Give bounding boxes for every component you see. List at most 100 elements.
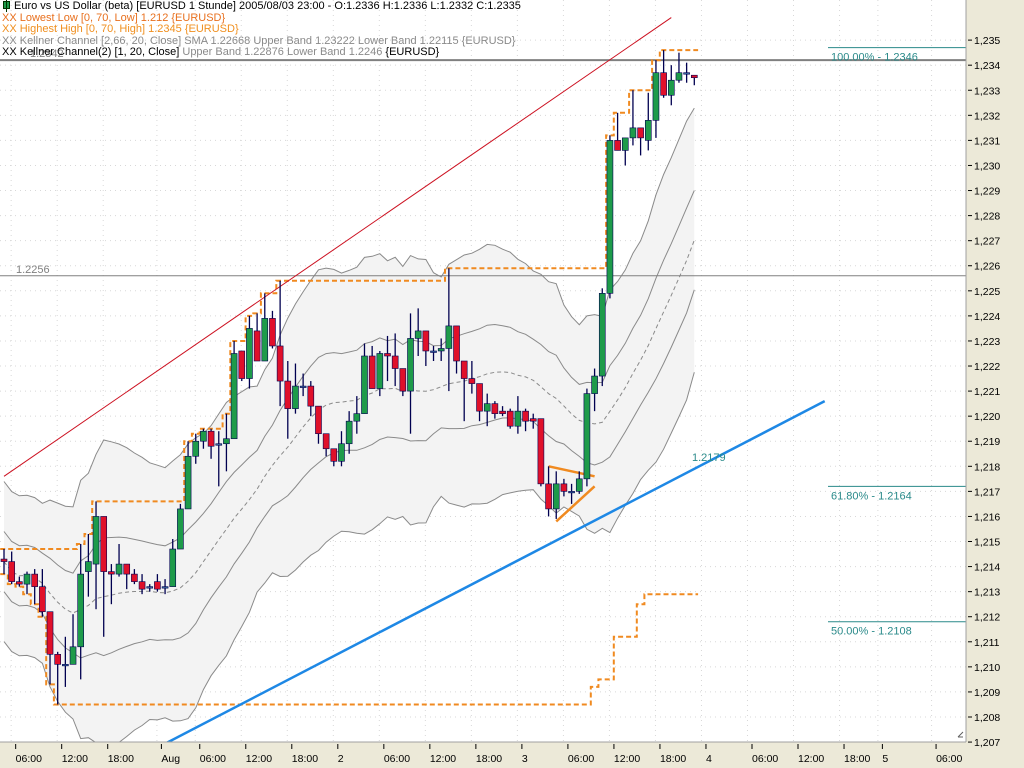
candle-body-down xyxy=(560,483,568,492)
time-tick-label: 18:00 xyxy=(292,753,318,765)
candle-body-down xyxy=(453,325,460,362)
candle-body-up xyxy=(299,385,307,388)
candle-body-up xyxy=(230,353,238,440)
candle-body-up xyxy=(667,79,675,96)
time-tick-label: 18:00 xyxy=(108,753,134,765)
time-tick-label: 06:00 xyxy=(16,753,42,765)
candle-body-up xyxy=(246,328,253,379)
candle-body-up xyxy=(644,120,652,141)
price-tick-label: 1,221 xyxy=(974,386,1000,398)
candle-body-down xyxy=(460,360,468,379)
price-tick-label: 1,207 xyxy=(974,737,1000,749)
candle-body-down xyxy=(506,410,514,427)
candle-body-up xyxy=(583,393,591,480)
price-tick-label: 1,213 xyxy=(974,587,1000,599)
candle-body-down xyxy=(476,383,483,412)
candle-body-down xyxy=(100,516,108,572)
candle-body-up xyxy=(261,318,269,362)
candle-body-down xyxy=(522,410,529,422)
trendline-label: 1.2179 xyxy=(692,452,726,464)
price-tick-label: 1,218 xyxy=(974,461,1000,473)
candle-body-down xyxy=(422,330,430,352)
time-tick-label: 12:00 xyxy=(430,753,456,765)
candle[interactable] xyxy=(606,135,614,299)
candle-body-up xyxy=(62,664,69,667)
candle-body-down xyxy=(399,368,407,392)
candle-body-down xyxy=(322,433,330,450)
candle-body-down xyxy=(468,378,476,384)
candle[interactable] xyxy=(506,408,514,429)
candle-body-up xyxy=(361,355,368,414)
candle-body-down xyxy=(138,581,146,590)
candle-body-down xyxy=(315,405,322,435)
candle-body-down xyxy=(253,330,261,362)
candle[interactable] xyxy=(230,340,238,440)
candle-body-up xyxy=(115,563,123,575)
candle-body-down xyxy=(529,418,537,422)
symbol-ohlc-readout: Euro vs US Dollar (beta) [EURUSD 1 Stund… xyxy=(14,0,521,12)
candle-body-down xyxy=(269,318,276,347)
candle[interactable] xyxy=(177,503,184,550)
candle-body-down xyxy=(384,353,391,357)
time-axis[interactable] xyxy=(0,742,1024,768)
price-tick-label: 1,228 xyxy=(974,211,1000,223)
candle-body-up xyxy=(414,330,422,339)
candle-body-down xyxy=(16,581,23,585)
candle-body-down xyxy=(108,571,115,575)
keltner-2-values: Upper Band 1.22876 Lower Band 1.2246 xyxy=(182,46,386,58)
candle[interactable] xyxy=(583,388,591,487)
price-tick-label: 1,210 xyxy=(974,662,1000,674)
price-tick-label: 1,220 xyxy=(974,411,1000,423)
price-tick-label: 1,229 xyxy=(974,186,1000,198)
candle-body-down xyxy=(123,563,131,575)
price-chart[interactable]: 1.23421.22561.2179100.00% - 1.234661.80%… xyxy=(0,0,1024,768)
price-tick-label: 1,211 xyxy=(974,637,1000,649)
legend-title: Euro vs US Dollar (beta) [EURUSD 1 Stund… xyxy=(2,0,521,13)
time-tick-label: 4 xyxy=(706,753,712,765)
legend-keltner-2[interactable]: XX Kellner Channel(2) [1, 20, Close] Upp… xyxy=(2,46,521,59)
candle-body-down xyxy=(545,483,552,510)
price-tick-label: 1,224 xyxy=(974,311,1000,323)
time-tick-label: 18:00 xyxy=(844,753,870,765)
candle-body-down xyxy=(391,355,399,369)
candle-body-down xyxy=(637,127,644,139)
legend-highest-high[interactable]: XX Highest High [0, 70, High] 1.2345 {EU… xyxy=(2,23,521,36)
candle-body-up xyxy=(552,483,560,510)
candle-body-up xyxy=(652,72,660,121)
candle-body-down xyxy=(154,581,161,590)
time-tick-label: 06:00 xyxy=(936,753,962,765)
candle-body-up xyxy=(200,430,207,442)
candle-body-up xyxy=(92,516,100,565)
candle-body-down xyxy=(207,430,215,447)
keltner-2-symbol: {EURUSD} xyxy=(385,46,440,58)
candle[interactable] xyxy=(598,288,606,387)
candle[interactable] xyxy=(238,350,246,382)
candle-body-up xyxy=(437,348,445,352)
chart-legend: Euro vs US Dollar (beta) [EURUSD 1 Stund… xyxy=(2,0,521,59)
candle-body-down xyxy=(54,654,61,665)
price-tick-label: 1,225 xyxy=(974,286,1000,298)
candle-body-down xyxy=(31,573,38,587)
candle-body-down xyxy=(330,448,338,462)
time-tick-label: 18:00 xyxy=(660,753,686,765)
candle-body-up xyxy=(184,455,192,510)
candle-body-up xyxy=(215,443,223,446)
candle-body-up xyxy=(77,573,84,648)
candle[interactable] xyxy=(537,418,545,487)
candle-body-up xyxy=(353,413,361,422)
candle-body-down xyxy=(131,573,138,582)
price-tick-label: 1,233 xyxy=(974,85,1000,97)
time-tick-label: 12:00 xyxy=(614,753,640,765)
candle-body-up xyxy=(629,127,637,139)
candle-body-down xyxy=(8,561,15,582)
candle-body-down xyxy=(46,611,54,655)
candle-body-down xyxy=(537,418,545,485)
candle-body-up xyxy=(621,137,629,151)
candle-body-up xyxy=(146,586,154,589)
candle-body-up xyxy=(177,508,184,550)
price-tick-label: 1,214 xyxy=(974,562,1000,574)
candle-body-up xyxy=(683,72,690,75)
candle-body-up xyxy=(345,420,353,445)
price-tick-label: 1,222 xyxy=(974,361,1000,373)
candle-body-down xyxy=(284,380,292,409)
